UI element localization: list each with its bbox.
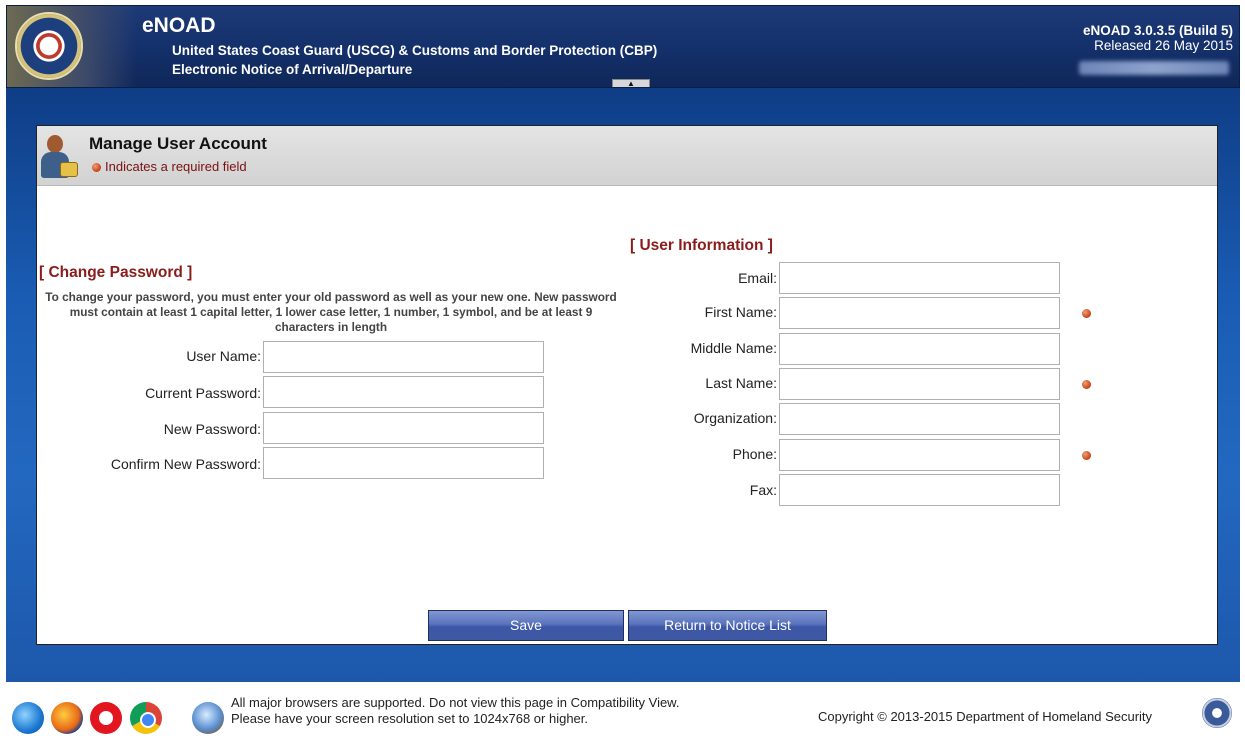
- safari-icon: [192, 702, 224, 734]
- user-name-input[interactable]: [263, 341, 544, 373]
- current-password-label: Current Password:: [145, 385, 261, 401]
- dhs-seal-icon: [1202, 698, 1232, 728]
- confirm-password-label: Confirm New Password:: [110, 456, 261, 472]
- firefox-icon: [51, 702, 83, 734]
- browser-support-line2: Please have your screen resolution set t…: [231, 711, 589, 726]
- save-button[interactable]: Save: [428, 610, 624, 641]
- user-name-label: User Name:: [186, 348, 261, 364]
- browser-support-line1: All major browsers are supported. Do not…: [231, 695, 680, 710]
- chrome-icon: [130, 702, 162, 734]
- change-password-title: [ Change Password ]: [39, 264, 193, 281]
- phone-label: Phone:: [732, 446, 777, 462]
- phone-input[interactable]: [779, 439, 1060, 471]
- last-name-input[interactable]: [779, 368, 1060, 400]
- new-password-input[interactable]: [263, 412, 544, 444]
- user-information-title: [ User Information ]: [630, 237, 773, 254]
- confirm-password-input[interactable]: [263, 447, 544, 479]
- browser-support-note: All major browsers are supported. Do not…: [231, 695, 679, 727]
- collapse-header-toggle[interactable]: ▲: [612, 79, 650, 87]
- organization-input[interactable]: [779, 403, 1060, 435]
- page-footer: All major browsers are supported. Do not…: [6, 682, 1240, 735]
- app-header: eNOAD United States Coast Guard (USCG) &…: [6, 5, 1240, 88]
- internet-explorer-icon: [12, 702, 44, 734]
- uscg-seal-logo: [15, 12, 83, 80]
- new-password-label: New Password:: [163, 421, 261, 437]
- version-label: eNOAD 3.0.3.5 (Build 5): [1082, 23, 1233, 38]
- page-title: Manage User Account: [89, 134, 267, 153]
- last-name-required-icon: [1082, 380, 1091, 389]
- organization-label: Organization:: [693, 410, 777, 426]
- first-name-label: First Name:: [704, 304, 777, 320]
- phone-required-icon: [1082, 451, 1091, 460]
- required-field-legend: Indicates a required field: [92, 159, 247, 174]
- panel-header: Manage User Account Indicates a required…: [37, 126, 1217, 186]
- password-requirements-note: To change your password, you must enter …: [45, 290, 617, 334]
- email-label: Email:: [738, 270, 777, 286]
- first-name-required-icon: [1082, 309, 1091, 318]
- return-to-notice-list-button[interactable]: Return to Notice List: [628, 610, 827, 641]
- last-name-label: Last Name:: [705, 375, 777, 391]
- middle-name-input[interactable]: [779, 333, 1060, 365]
- manage-account-panel: Manage User Account Indicates a required…: [36, 125, 1218, 645]
- required-legend-text: Indicates a required field: [105, 159, 247, 174]
- release-date-label: Released 26 May 2015: [1094, 38, 1233, 53]
- fax-input[interactable]: [779, 474, 1060, 506]
- app-title: eNOAD: [142, 14, 216, 37]
- email-input[interactable]: [779, 262, 1060, 294]
- required-dot-icon: [92, 163, 101, 173]
- current-password-input[interactable]: [263, 376, 544, 408]
- fax-label: Fax:: [749, 482, 777, 498]
- app-subtitle-description: Electronic Notice of Arrival/Departure: [172, 62, 413, 77]
- user-lock-icon: [41, 134, 81, 182]
- copyright-text: Copyright © 2013-2015 Department of Home…: [818, 709, 1153, 724]
- first-name-input[interactable]: [779, 297, 1060, 329]
- middle-name-label: Middle Name:: [690, 340, 777, 356]
- logged-in-user-redacted: [1079, 61, 1229, 75]
- opera-icon: [90, 702, 122, 734]
- app-subtitle-agencies: United States Coast Guard (USCG) & Custo…: [172, 43, 658, 58]
